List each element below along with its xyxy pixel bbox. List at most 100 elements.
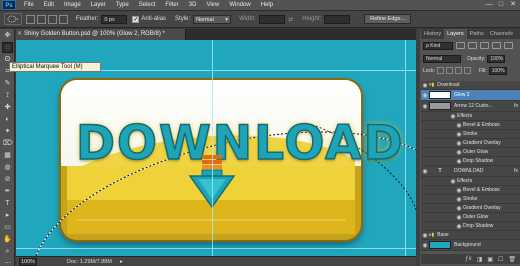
- blend-mode-select[interactable]: Normal: [423, 54, 461, 63]
- zoom-level-field[interactable]: 100%: [19, 257, 37, 266]
- menu-image[interactable]: Image: [59, 0, 86, 11]
- layer-background[interactable]: ◉ Background: [421, 240, 520, 251]
- visibility-eye-icon[interactable]: ◉: [455, 187, 463, 194]
- type-filter-icon[interactable]: [480, 42, 489, 49]
- lock-image-icon[interactable]: [445, 67, 453, 74]
- effect-row[interactable]: ◉ Bevel & Emboss: [421, 121, 520, 130]
- layer-group-download[interactable]: ◉ ▾▮ Download: [421, 81, 520, 90]
- layer-glow-2[interactable]: ◉ Glow 2: [421, 90, 520, 101]
- effect-row[interactable]: ◉ Outer Glow: [421, 148, 520, 157]
- effect-row[interactable]: ◉ Gradient Overlay: [421, 204, 520, 213]
- antialias-checkbox[interactable]: ✓: [132, 15, 140, 23]
- maximize-icon[interactable]: □: [496, 1, 506, 9]
- dodge-tool-icon[interactable]: ⊘: [2, 174, 13, 185]
- menu-filter[interactable]: Filter: [160, 0, 183, 11]
- visibility-eye-icon[interactable]: ◉: [421, 92, 429, 99]
- hand-tool-icon[interactable]: ✋: [2, 234, 13, 245]
- menu-type[interactable]: Type: [111, 0, 134, 11]
- effect-row[interactable]: ◉ Stroke: [421, 130, 520, 139]
- tab-history[interactable]: History: [421, 29, 444, 39]
- menu-edit[interactable]: Edit: [39, 0, 59, 11]
- width-input[interactable]: [259, 14, 286, 24]
- add-mask-icon[interactable]: ◨: [477, 256, 483, 263]
- add-style-icon[interactable]: ƒx: [465, 256, 471, 262]
- effect-row[interactable]: ◉ Drop Shadow: [421, 222, 520, 231]
- refine-edge-button[interactable]: Refine Edge...: [364, 14, 411, 24]
- elliptical-marquee-tool-icon[interactable]: ◌: [2, 42, 13, 53]
- effect-row[interactable]: ◉ Outer Glow: [421, 213, 520, 222]
- rectangle-tool-icon[interactable]: ▭: [2, 222, 13, 233]
- visibility-eye-icon[interactable]: ◉: [455, 158, 463, 165]
- new-layer-icon[interactable]: ☐: [498, 256, 503, 263]
- visibility-eye-icon[interactable]: ◉: [455, 196, 463, 203]
- smart-filter-icon[interactable]: [504, 42, 513, 49]
- visibility-eye-icon[interactable]: ◉: [421, 242, 429, 249]
- panel-collapse-strip[interactable]: [416, 29, 420, 266]
- visibility-eye-icon[interactable]: ◉: [455, 223, 463, 230]
- fx-badge[interactable]: fx: [514, 103, 518, 109]
- intersect-selection-icon[interactable]: [59, 14, 68, 24]
- new-group-icon[interactable]: ▣: [487, 256, 493, 263]
- tool-preset-picker[interactable]: [4, 13, 22, 25]
- filter-kind-select[interactable]: ρ Kind: [423, 41, 453, 50]
- opacity-input[interactable]: 100%: [487, 54, 506, 63]
- layer-download-text[interactable]: ◉ T DOWNLOAD fx: [421, 166, 520, 177]
- effects-row[interactable]: ◉ Effects: [421, 177, 520, 186]
- visibility-eye-icon[interactable]: ◉: [455, 149, 463, 156]
- fx-badge[interactable]: fx: [514, 168, 518, 174]
- menu-view[interactable]: View: [201, 0, 224, 11]
- tab-channels[interactable]: Channels: [487, 29, 516, 39]
- tab-layers[interactable]: Layers: [444, 29, 467, 39]
- effects-row[interactable]: ◉ Effects: [421, 112, 520, 121]
- lock-all-icon[interactable]: [463, 67, 471, 74]
- healing-tool-icon[interactable]: ⟟: [2, 90, 13, 101]
- visibility-eye-icon[interactable]: ◉: [421, 168, 429, 175]
- visibility-eye-icon[interactable]: ◉: [449, 113, 457, 120]
- menu-3d[interactable]: 3D: [184, 0, 202, 11]
- eyedropper-tool-icon[interactable]: ✎: [2, 78, 13, 89]
- history-brush-tool-icon[interactable]: ✦: [2, 126, 13, 137]
- close-window-icon[interactable]: ✕: [508, 1, 518, 9]
- document-tab[interactable]: ✕ Shiny Golden Button.psd @ 100% (Glow 2…: [16, 29, 186, 40]
- swap-icon[interactable]: ⇄: [288, 16, 293, 23]
- effect-row[interactable]: ◉ Stroke: [421, 195, 520, 204]
- effect-row[interactable]: ◉ Drop Shadow: [421, 157, 520, 166]
- clone-stamp-tool-icon[interactable]: ◐: [2, 114, 13, 125]
- effect-row[interactable]: ◉ Bevel & Emboss: [421, 186, 520, 195]
- pixel-filter-icon[interactable]: [456, 42, 465, 49]
- more-tools-icon[interactable]: ⋯: [2, 258, 13, 266]
- pen-tool-icon[interactable]: ✒: [2, 186, 13, 197]
- visibility-eye-icon[interactable]: ◉: [455, 214, 463, 221]
- brush-tool-icon[interactable]: ✚: [2, 102, 13, 113]
- move-tool-icon[interactable]: ✥: [2, 30, 13, 41]
- menu-file[interactable]: File: [19, 0, 39, 11]
- gradient-tool-icon[interactable]: ▦: [2, 150, 13, 161]
- path-selection-tool-icon[interactable]: ▸: [2, 210, 13, 221]
- menu-layer[interactable]: Layer: [86, 0, 111, 11]
- blur-tool-icon[interactable]: ◍: [2, 162, 13, 173]
- style-select[interactable]: Normal ▾: [193, 14, 232, 24]
- lock-transparent-icon[interactable]: [436, 67, 444, 74]
- tab-paths[interactable]: Paths: [467, 29, 487, 39]
- visibility-eye-icon[interactable]: ◉: [421, 82, 429, 89]
- minimize-icon[interactable]: —: [484, 1, 494, 9]
- status-menu-arrow-icon[interactable]: ▸: [120, 259, 123, 265]
- menu-window[interactable]: Window: [224, 0, 255, 11]
- visibility-eye-icon[interactable]: ◉: [449, 178, 457, 185]
- lock-position-icon[interactable]: [454, 67, 462, 74]
- visibility-eye-icon[interactable]: ◉: [421, 232, 429, 239]
- zoom-tool-icon[interactable]: ⌕: [2, 246, 13, 257]
- adjustment-filter-icon[interactable]: [468, 42, 477, 49]
- height-input[interactable]: [324, 14, 351, 24]
- visibility-eye-icon[interactable]: ◉: [455, 140, 463, 147]
- menu-help[interactable]: Help: [256, 0, 278, 11]
- delete-layer-icon[interactable]: 🗑: [508, 256, 516, 263]
- close-tab-icon[interactable]: ✕: [17, 29, 22, 40]
- type-tool-icon[interactable]: T: [2, 198, 13, 209]
- layer-arrow-12[interactable]: ◉ Arrow 12 Custo... fx: [421, 101, 520, 112]
- visibility-eye-icon[interactable]: ◉: [455, 122, 463, 129]
- visibility-eye-icon[interactable]: ◉: [455, 205, 463, 212]
- shape-filter-icon[interactable]: [492, 42, 501, 49]
- layer-group-base[interactable]: ◉ ▸▮ Base: [421, 231, 520, 240]
- visibility-eye-icon[interactable]: ◉: [421, 103, 429, 110]
